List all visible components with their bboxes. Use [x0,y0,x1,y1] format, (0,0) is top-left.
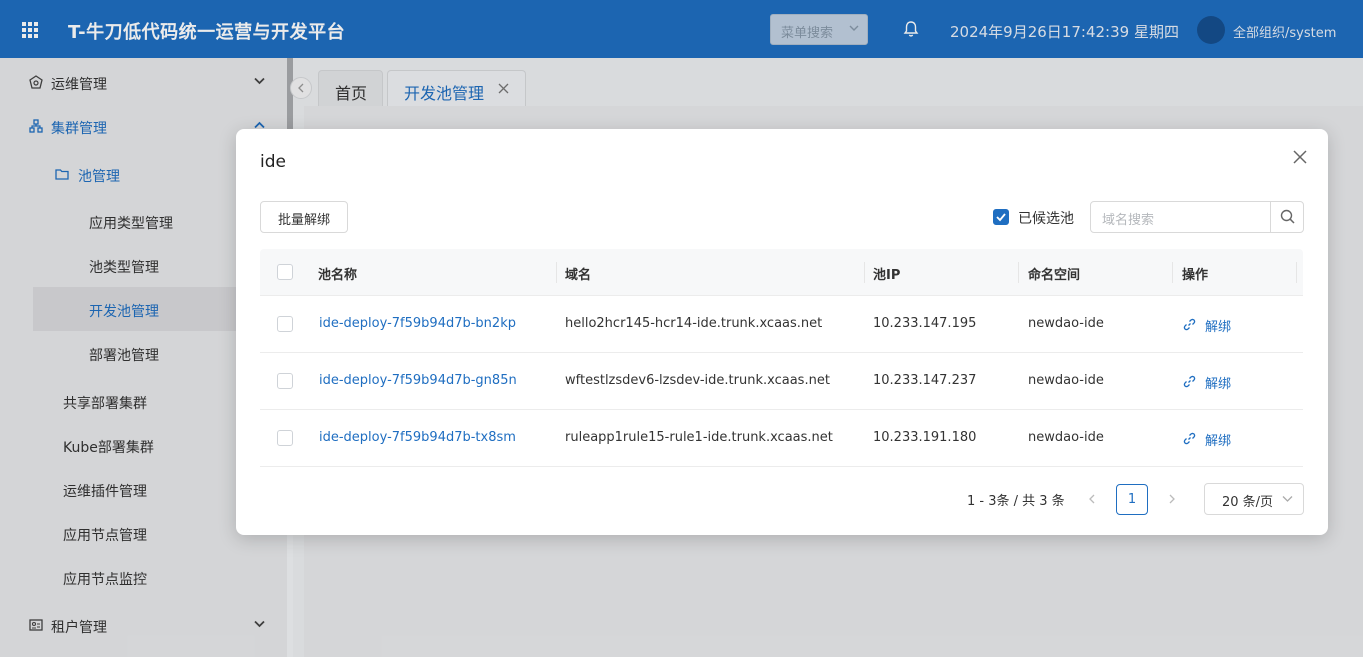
namespace-cell: newdao-ide [1028,373,1104,388]
unbind-label: 解绑 [1205,377,1232,392]
column-header-pool-name: 池名称 [318,268,358,283]
column-divider [1296,262,1297,283]
pool-name-link[interactable]: ide-deploy-7f59b94d7b-tx8sm [319,430,516,445]
pool-ip-cell: 10.233.147.195 [873,316,977,331]
pool-ip-cell: 10.233.147.237 [873,373,977,388]
domain-cell: ruleapp1rule15-rule1-ide.trunk.xcaas.net [565,430,833,445]
row-checkbox[interactable] [277,373,293,389]
candidate-pool-label: 已候选池 [1018,211,1074,227]
modal-title: ide [260,152,286,172]
select-all-checkbox[interactable] [277,264,293,280]
row-checkbox[interactable] [277,316,293,332]
close-icon[interactable] [1293,150,1307,164]
pool-modal: ide 批量解绑 已候选池 域名搜索 池名称 域名 池IP 命名空间 操作 id… [236,129,1328,535]
link-icon [1183,318,1196,331]
pagination-page-current[interactable]: 1 [1116,484,1148,515]
pagination-total: 1 - 3条 / 共 3 条 [967,494,1065,509]
chevron-right-icon[interactable] [1166,493,1178,505]
table-row: ide-deploy-7f59b94d7b-tx8sm ruleapp1rule… [260,410,1303,467]
domain-search-placeholder: 域名搜索 [1102,213,1155,228]
namespace-cell: newdao-ide [1028,316,1104,331]
search-icon [1280,209,1295,224]
pool-name-link[interactable]: ide-deploy-7f59b94d7b-gn85n [319,373,517,388]
chevron-down-icon [1282,496,1293,502]
link-icon [1183,375,1196,388]
column-header-domain: 域名 [565,268,592,283]
page-size-select[interactable]: 20 条/页 [1204,483,1304,515]
column-header-pool-ip: 池IP [873,268,901,283]
pool-name-link[interactable]: ide-deploy-7f59b94d7b-bn2kp [319,316,516,331]
domain-search-input[interactable]: 域名搜索 [1090,201,1304,233]
check-icon [996,213,1006,222]
table-row: ide-deploy-7f59b94d7b-bn2kp hello2hcr145… [260,296,1303,353]
column-header-namespace: 命名空间 [1028,268,1081,283]
column-divider [556,262,557,283]
row-checkbox[interactable] [277,430,293,446]
pool-ip-cell: 10.233.191.180 [873,430,977,445]
unbind-label: 解绑 [1205,320,1232,335]
column-divider [1018,262,1019,283]
unbind-label: 解绑 [1205,434,1232,449]
batch-unbind-button[interactable]: 批量解绑 [260,201,348,233]
search-button[interactable] [1270,202,1303,232]
table-header: 池名称 域名 池IP 命名空间 操作 [260,249,1303,296]
domain-cell: hello2hcr145-hcr14-ide.trunk.xcaas.net [565,316,823,331]
table-row: ide-deploy-7f59b94d7b-gn85n wftestlzsdev… [260,353,1303,410]
link-icon [1183,432,1196,445]
namespace-cell: newdao-ide [1028,430,1104,445]
chevron-left-icon[interactable] [1086,493,1098,505]
candidate-pool-checkbox[interactable] [993,209,1009,225]
domain-cell: wftestlzsdev6-lzsdev-ide.trunk.xcaas.net [565,373,830,388]
column-divider [1172,262,1173,283]
column-header-action: 操作 [1182,268,1209,283]
page-size-value: 20 条/页 [1222,495,1274,510]
column-divider [864,262,865,283]
